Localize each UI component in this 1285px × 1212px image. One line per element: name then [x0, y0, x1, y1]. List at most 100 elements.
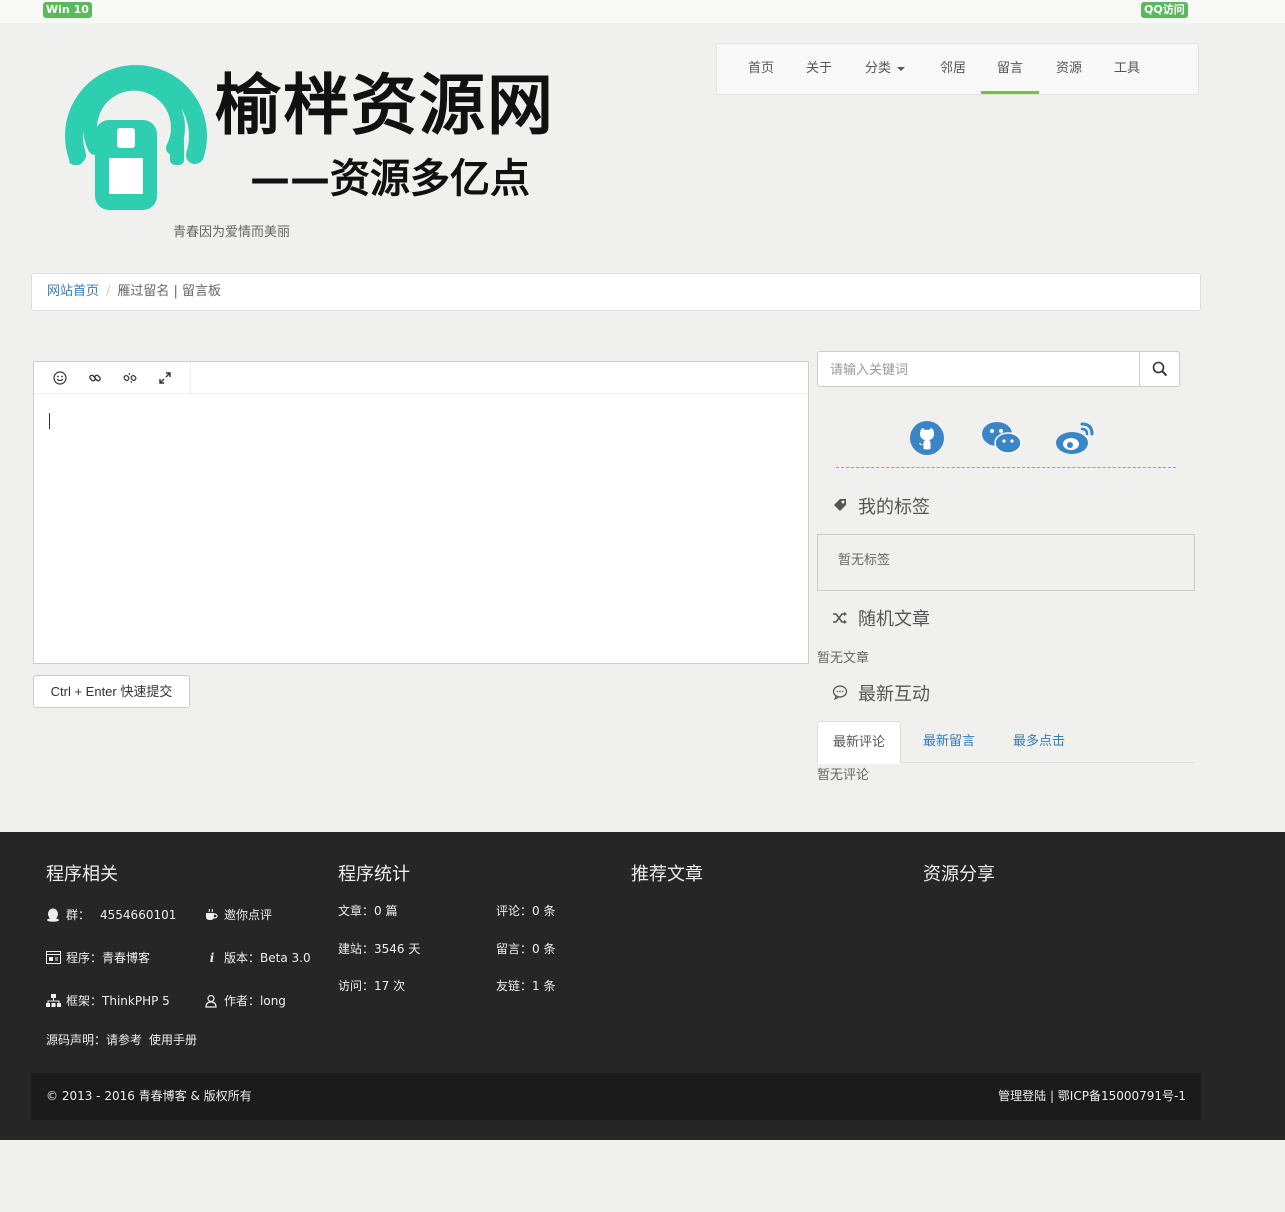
icp-link[interactable]: 鄂ICP备15000791号-1 [1058, 1089, 1186, 1103]
footer-program: 程序： 青春博客 [46, 949, 150, 966]
search-button[interactable] [1139, 351, 1180, 387]
weibo-icon[interactable] [1054, 418, 1094, 458]
copyright-bar: © 2013 - 2016 青春博客 & 版权所有 管理登陆 | 鄂ICP备15… [31, 1073, 1201, 1120]
stat-label: 友链： [496, 979, 533, 993]
breadcrumb-home-link[interactable]: 网站首页 [47, 284, 99, 299]
sitemap-icon [46, 993, 62, 1008]
nav-item-about[interactable]: 关于 [797, 44, 841, 94]
sidebar-divider [836, 467, 1176, 468]
comment-icon [832, 683, 850, 707]
stat-value: 0 条 [532, 942, 556, 956]
stat-label: 建站： [338, 942, 375, 956]
framework-label: 框架： [66, 994, 103, 1008]
tag-icon [832, 496, 850, 520]
logo-subtitle: ——资源多亿点 [250, 156, 530, 202]
fullscreen-icon[interactable] [154, 367, 176, 389]
admin-login-link[interactable]: 管理登陆 [998, 1089, 1046, 1103]
nav-item-category[interactable]: 分类 [855, 44, 915, 94]
invite-label: 邀你点评 [224, 908, 273, 922]
submit-button[interactable]: Ctrl + Enter 快速提交 [33, 675, 190, 708]
tags-section-title: 我的标签 [832, 496, 930, 520]
footer-author: 作者： long [204, 992, 286, 1009]
sidebar-search [817, 351, 1180, 387]
stat-value: 1 条 [532, 979, 556, 993]
search-input[interactable] [817, 351, 1140, 387]
version-value: Beta 3.0 [260, 950, 311, 965]
interact-title-text: 最新互动 [858, 684, 930, 705]
footer-col4-title: 资源分享 [923, 864, 995, 885]
group-label: 群： [66, 908, 91, 922]
nav-item-label: 留言 [996, 61, 1023, 76]
stat-value: 0 篇 [374, 904, 398, 918]
stat-value: 17 次 [374, 979, 406, 993]
interact-section-title: 最新互动 [832, 683, 930, 707]
site-tagline: 青春因为爱情而美丽 [173, 225, 291, 240]
footer-qq-group: 群： 4554660101 [46, 906, 176, 923]
footer-col2-title: 程序统计 [338, 864, 410, 885]
stat-visits: 访问： 17 次 [338, 977, 405, 994]
footer-right-links: 管理登陆 | 鄂ICP备15000791号-1 [998, 1073, 1186, 1120]
nav-item-label: 工具 [1113, 61, 1140, 76]
breadcrumb: 网站首页 / 雁过留名 | 留言板 [31, 273, 1201, 311]
stat-value: 3546 天 [374, 942, 421, 956]
source-label: 源码声明： [46, 1033, 107, 1047]
emoji-icon[interactable] [49, 367, 71, 389]
editor-toolbar [34, 362, 808, 394]
tab-most-clicks[interactable]: 最多点击 [998, 721, 1080, 763]
nav-item-label: 首页 [747, 61, 774, 76]
icp-separator: | [1046, 1089, 1058, 1103]
main-nav: 首页 关于 分类 邻居 留言 资源 工具 [716, 43, 1199, 95]
footer-source-statement: 源码声明： 请参考 使用手册 [46, 1031, 197, 1048]
link-icon[interactable] [84, 367, 106, 389]
os-badge: Win 10 [43, 2, 92, 18]
browser-icon [46, 950, 62, 965]
site-footer: 程序相关 程序统计 推荐文章 资源分享 群： 4554660101 邀你点评 程序… [0, 832, 1285, 1140]
framework-value: ThinkPHP 5 [102, 993, 170, 1008]
random-empty-text: 暂无文章 [817, 651, 870, 666]
nav-item-label: 分类 [864, 61, 891, 76]
site-logo[interactable]: 榆柈资源网 ——资源多亿点 [55, 50, 555, 215]
footer-version: i 版本： Beta 3.0 [204, 949, 311, 966]
nav-item-resources[interactable]: 资源 [1047, 44, 1091, 94]
stat-messages: 留言： 0 条 [496, 940, 555, 957]
tab-latest-comments[interactable]: 最新评论 [817, 721, 902, 764]
stat-value: 0 条 [532, 904, 556, 918]
source-ref-link[interactable]: 请参考 [106, 1031, 142, 1048]
tab-latest-messages[interactable]: 最新留言 [908, 721, 990, 763]
stat-label: 文章： [338, 904, 375, 918]
random-section-title: 随机文章 [832, 608, 930, 632]
nav-item-tools[interactable]: 工具 [1105, 44, 1149, 94]
footer-col1-title: 程序相关 [46, 864, 118, 885]
nav-item-neighbors[interactable]: 邻居 [931, 44, 975, 94]
stat-label: 评论： [496, 904, 533, 918]
source-manual-link[interactable]: 使用手册 [149, 1031, 197, 1048]
footer-col3-title: 推荐文章 [631, 864, 703, 885]
stat-links: 友链： 1 条 [496, 977, 555, 994]
random-title-text: 随机文章 [858, 609, 930, 630]
nav-item-label: 邻居 [939, 61, 966, 76]
program-value: 青春博客 [102, 951, 151, 965]
nav-item-guestbook[interactable]: 留言 [981, 44, 1039, 94]
comments-empty-text: 暂无评论 [817, 768, 870, 783]
top-bar: Win 10 QQ访问 [0, 0, 1285, 23]
message-editor[interactable] [33, 361, 809, 664]
logo-title: 榆柈资源网 [215, 67, 555, 144]
interact-tabs: 最新评论 最新留言 最多点击 [817, 721, 1195, 764]
caret-down-icon [897, 66, 905, 71]
group-value[interactable]: 4554660101 [100, 908, 176, 922]
nav-item-home[interactable]: 首页 [739, 44, 783, 94]
breadcrumb-separator: / [106, 284, 111, 299]
stat-label: 访问： [338, 979, 375, 993]
footer-invite[interactable]: 邀你点评 [204, 906, 272, 923]
author-label: 作者： [224, 994, 261, 1008]
github-icon[interactable] [907, 418, 947, 458]
unlink-icon[interactable] [119, 367, 141, 389]
stat-articles: 文章： 0 篇 [338, 902, 397, 919]
coffee-icon [204, 908, 220, 922]
version-label: 版本： [224, 951, 261, 965]
stat-label: 留言： [496, 942, 533, 956]
user-icon [204, 994, 220, 1008]
wechat-icon[interactable] [981, 418, 1022, 458]
qq-visit-badge[interactable]: QQ访问 [1141, 2, 1188, 18]
stat-built: 建站： 3546 天 [338, 940, 420, 957]
